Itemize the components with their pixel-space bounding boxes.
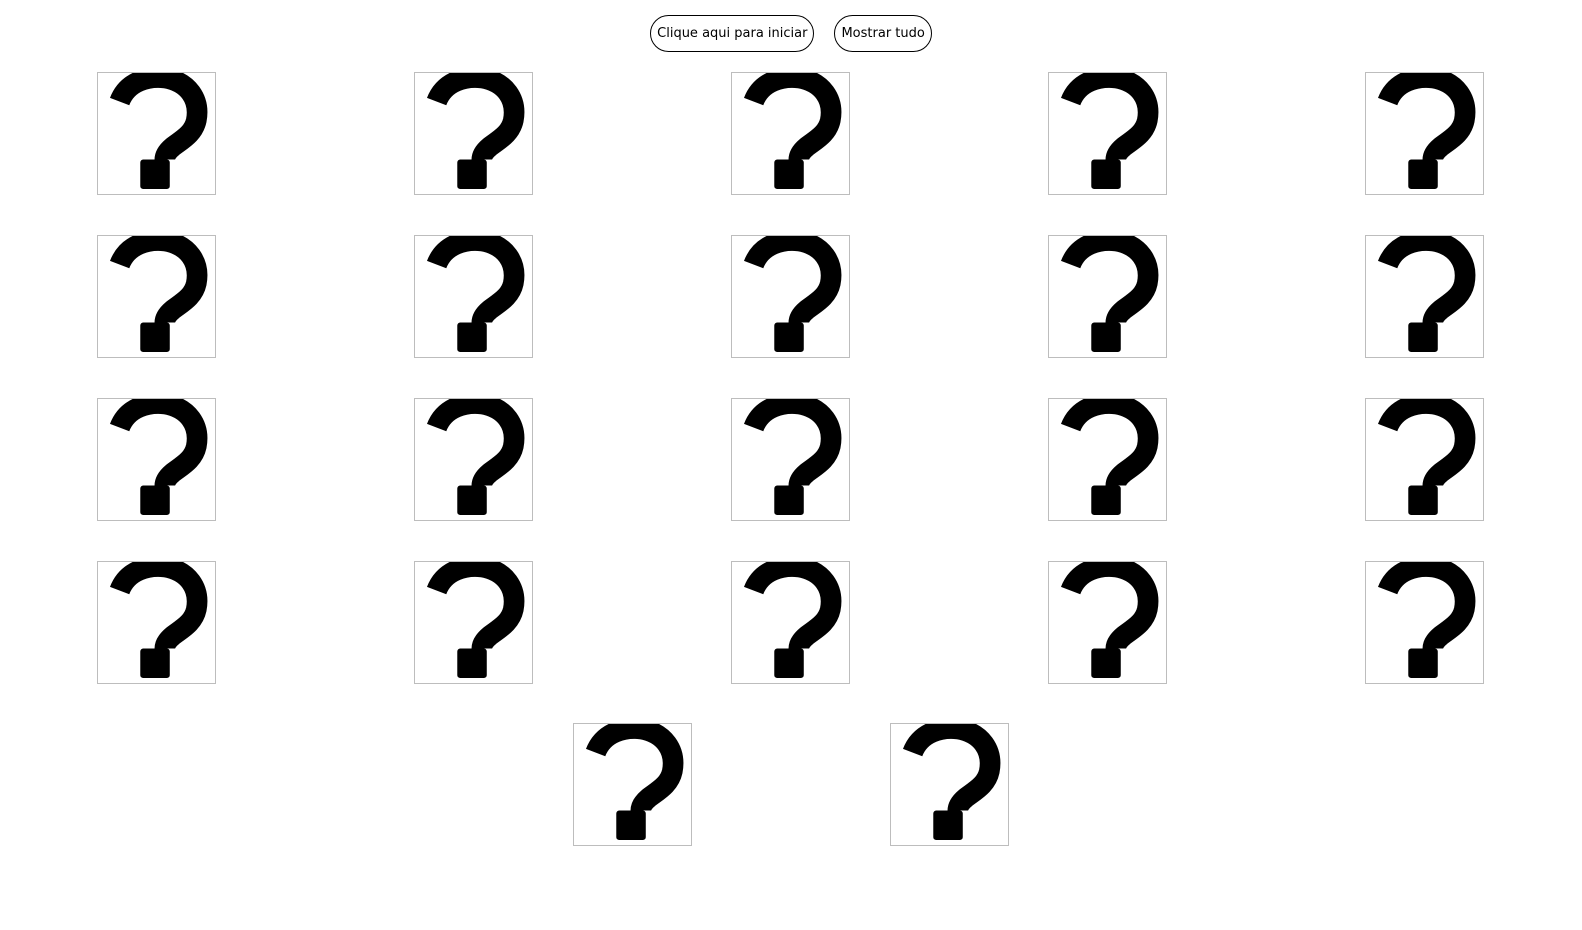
- memory-card[interactable]: [1048, 235, 1167, 358]
- memory-card[interactable]: [1048, 72, 1167, 195]
- memory-game-page: Clique aqui para iniciar Mostrar tudo: [0, 0, 1582, 930]
- memory-card[interactable]: [731, 235, 850, 358]
- question-mark-icon: [743, 73, 842, 190]
- memory-card[interactable]: [97, 398, 216, 521]
- question-mark-icon: [743, 562, 842, 679]
- show-all-button[interactable]: Mostrar tudo: [834, 15, 932, 52]
- question-mark-icon: [1377, 399, 1476, 516]
- memory-card[interactable]: [1048, 398, 1167, 521]
- question-mark-icon: [743, 399, 842, 516]
- memory-card[interactable]: [97, 561, 216, 684]
- memory-card[interactable]: [414, 398, 533, 521]
- memory-card[interactable]: [890, 723, 1009, 846]
- question-mark-icon: [109, 236, 208, 353]
- memory-card[interactable]: [97, 72, 216, 195]
- question-mark-icon: [426, 236, 525, 353]
- memory-card[interactable]: [573, 723, 692, 846]
- question-mark-icon: [426, 73, 525, 190]
- question-mark-icon: [426, 562, 525, 679]
- memory-card[interactable]: [414, 235, 533, 358]
- question-mark-icon: [1377, 562, 1476, 679]
- controls-bar: Clique aqui para iniciar Mostrar tudo: [0, 15, 1582, 52]
- question-mark-icon: [902, 724, 1001, 841]
- question-mark-icon: [1060, 399, 1159, 516]
- memory-card[interactable]: [1365, 72, 1484, 195]
- memory-card[interactable]: [1048, 561, 1167, 684]
- memory-card[interactable]: [97, 235, 216, 358]
- question-mark-icon: [1060, 236, 1159, 353]
- question-mark-icon: [1060, 73, 1159, 190]
- memory-card[interactable]: [1365, 398, 1484, 521]
- question-mark-icon: [426, 399, 525, 516]
- memory-card[interactable]: [1365, 235, 1484, 358]
- question-mark-icon: [585, 724, 684, 841]
- question-mark-icon: [1377, 236, 1476, 353]
- memory-card[interactable]: [1365, 561, 1484, 684]
- question-mark-icon: [743, 236, 842, 353]
- memory-card[interactable]: [731, 398, 850, 521]
- memory-card[interactable]: [731, 561, 850, 684]
- question-mark-icon: [109, 73, 208, 190]
- memory-card[interactable]: [414, 72, 533, 195]
- memory-card[interactable]: [731, 72, 850, 195]
- question-mark-icon: [109, 562, 208, 679]
- memory-card[interactable]: [414, 561, 533, 684]
- question-mark-icon: [109, 399, 208, 516]
- start-button[interactable]: Clique aqui para iniciar: [650, 15, 815, 52]
- question-mark-icon: [1377, 73, 1476, 190]
- question-mark-icon: [1060, 562, 1159, 679]
